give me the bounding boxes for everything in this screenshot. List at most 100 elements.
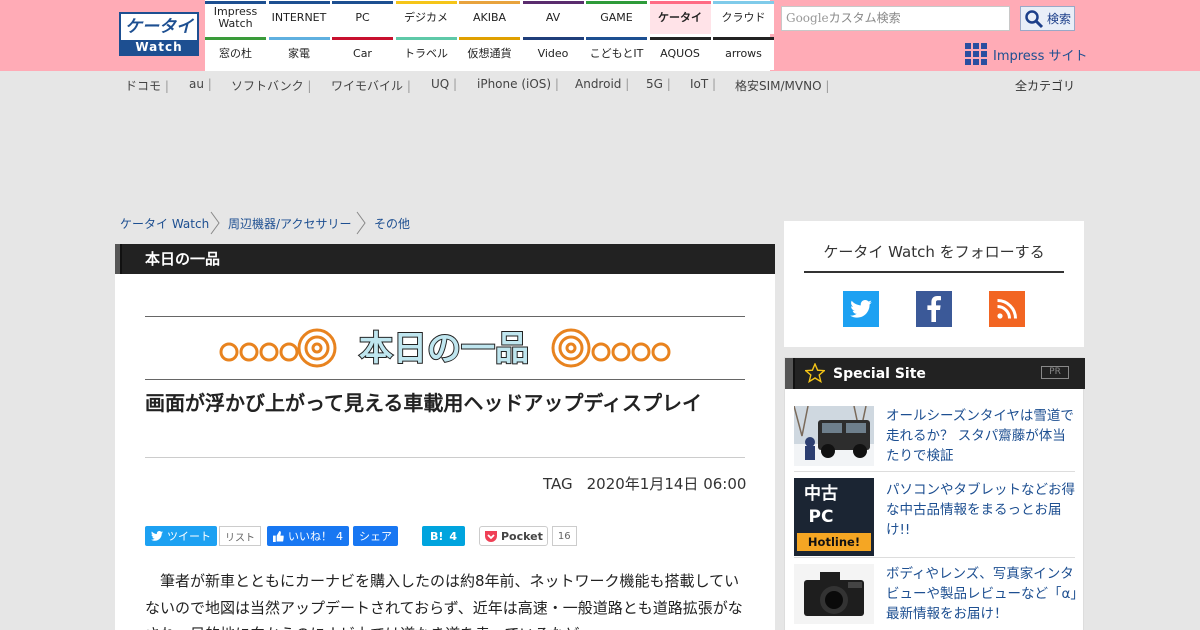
breadcrumb-item-1[interactable]: ケータイ Watch bbox=[120, 215, 209, 232]
subnav-separator: | bbox=[449, 77, 458, 91]
tweet-share: ツイート リスト bbox=[145, 526, 261, 546]
nav-item[interactable]: Car bbox=[332, 37, 393, 70]
hatena-share: B! 4 bbox=[422, 526, 466, 546]
nav-item-label: 家電 bbox=[288, 46, 310, 60]
nav-item[interactable]: トラベル bbox=[395, 37, 457, 70]
tweet-button[interactable]: ツイート bbox=[145, 526, 217, 546]
subnav-separator: | bbox=[303, 79, 312, 93]
follow-box: ケータイ Watch をフォローする bbox=[784, 221, 1084, 347]
like-label: いいね！ bbox=[288, 530, 332, 543]
subnav-item[interactable]: iPhone (iOS) | bbox=[477, 77, 559, 91]
nav-item[interactable]: 窓の杜 bbox=[205, 37, 266, 70]
subnav-separator: | bbox=[551, 77, 559, 91]
rss-icon bbox=[997, 299, 1017, 319]
special-site-header: Special Site PR bbox=[785, 358, 1085, 389]
subnav-separator: | bbox=[621, 77, 630, 91]
tag-link[interactable]: TAG bbox=[543, 475, 573, 493]
honjitsu-no-ippin-banner: 本日の一品 bbox=[219, 328, 671, 370]
article-title: 画面が浮かび上がって見える車載用ヘッドアップディスプレイ bbox=[145, 391, 702, 415]
twitter-bird-icon bbox=[151, 531, 163, 541]
subnav-item[interactable]: ワイモバイル | bbox=[331, 77, 411, 94]
nav-color-bar bbox=[649, 1, 711, 4]
nav-item-label: 仮想通貨 bbox=[467, 46, 512, 60]
hatena-bookmark-button[interactable]: B! 4 bbox=[422, 526, 466, 546]
nav-color-bar bbox=[205, 37, 266, 40]
nav-item[interactable]: arrows bbox=[713, 37, 774, 70]
special-item-tires[interactable]: オールシーズンタイヤは雪道で走れるか？ スタパ齋藤が体当たりで検証 bbox=[794, 402, 1075, 472]
nav-item[interactable]: Impress Watch bbox=[205, 1, 266, 34]
breadcrumb-item-2[interactable]: 周辺機器/アクセサリー bbox=[228, 215, 351, 232]
subnav-item[interactable]: UQ | bbox=[431, 77, 457, 91]
facebook-share-button[interactable]: シェア bbox=[353, 526, 398, 546]
pocket-label: Pocket bbox=[501, 529, 543, 543]
search-input[interactable]: Googleカスタム検索 bbox=[781, 6, 1010, 31]
thumbs-up-icon bbox=[273, 530, 284, 542]
nav-item-label: ケータイ bbox=[658, 10, 702, 24]
subnav-item-label: ソフトバンク bbox=[231, 79, 304, 93]
special-item-pc-hotline[interactable]: 中古 PC Hotline! パソコンやタブレットなどお得な中古品情報をまるっと… bbox=[794, 472, 1075, 558]
all-categories-link[interactable]: 全カテゴリ bbox=[1015, 77, 1075, 94]
special-item-alpha[interactable]: ボディやレンズ、写真家インタビューや製品レビューなど「α」最新情報をお届け！ bbox=[794, 558, 1077, 630]
impress-site-link[interactable]: Impress サイト bbox=[965, 43, 1088, 65]
nav-color-bar bbox=[268, 37, 330, 40]
banner-divider-top bbox=[145, 316, 745, 317]
article-body: 筆者が新車とともにカーナビを購入したのは約8年前、ネットワーク機能も搭載していな… bbox=[145, 572, 743, 630]
subnav-item[interactable]: 格安SIM/MVNO | bbox=[735, 77, 829, 94]
subnav-item-label: iPhone (iOS) bbox=[477, 77, 552, 91]
twitter-follow-button[interactable] bbox=[843, 291, 879, 327]
nav-item[interactable]: INTERNET bbox=[268, 1, 330, 34]
nav-item-label: 窓の杜 bbox=[219, 46, 252, 60]
nav-item-label: AV bbox=[545, 10, 561, 24]
special-item-text: パソコンやタブレットなどお得な中古品情報をまるっとお届け!! bbox=[886, 482, 1075, 538]
follow-title: ケータイ Watch をフォローする bbox=[804, 241, 1064, 273]
nav-item[interactable]: Video bbox=[522, 37, 584, 70]
nav-item-label: PC bbox=[355, 10, 370, 24]
nav-item[interactable]: AQUOS bbox=[649, 37, 711, 70]
nav-color-bar bbox=[586, 1, 647, 4]
subnav-item[interactable]: ソフトバンク | bbox=[231, 77, 311, 94]
subnav-item-label: au bbox=[189, 77, 204, 91]
nav-item-label: トラベル bbox=[404, 46, 448, 60]
tweet-list-link[interactable]: リスト bbox=[219, 526, 261, 546]
logo-text-top: ケータイ bbox=[121, 15, 197, 40]
nav-item-label: AKIBA bbox=[472, 10, 507, 24]
nav-item-label: GAME bbox=[600, 10, 633, 24]
subnav-item-label: Android bbox=[575, 77, 622, 91]
nav-color-bar bbox=[713, 1, 774, 4]
article-main: 本日の一品 本日の一品 画面が浮かび上がって見える車載用ヘッドアップディスプレイ… bbox=[115, 244, 775, 630]
breadcrumb-item-3[interactable]: その他 bbox=[374, 215, 410, 232]
nav-item[interactable]: PC bbox=[332, 1, 393, 34]
search-button[interactable]: 検索 bbox=[1020, 6, 1075, 31]
nav-item[interactable]: こどもとIT bbox=[586, 37, 647, 70]
facebook-follow-button[interactable] bbox=[916, 291, 952, 327]
pc-hotline-logo-pc: PC bbox=[808, 507, 834, 527]
logo-text-bottom: Watch bbox=[121, 40, 197, 54]
subnav-item-label: IoT bbox=[690, 77, 709, 91]
pocket-button[interactable]: Pocket bbox=[479, 526, 548, 546]
subnav-item[interactable]: au | bbox=[189, 77, 212, 91]
nav-item[interactable]: AKIBA bbox=[459, 1, 520, 34]
nav-color-bar bbox=[522, 1, 584, 4]
subnav-item[interactable]: ドコモ | bbox=[125, 77, 169, 94]
subnav-item[interactable]: Android | bbox=[575, 77, 629, 91]
nav-item[interactable]: クラウド bbox=[713, 1, 774, 34]
search-button-label: 検索 bbox=[1046, 12, 1071, 26]
site-logo[interactable]: ケータイ Watch bbox=[119, 12, 199, 56]
subnav-item[interactable]: IoT | bbox=[690, 77, 716, 91]
nav-color-bar bbox=[268, 1, 330, 4]
pocket-share: Pocket 16 bbox=[479, 526, 577, 546]
nav-item[interactable]: AV bbox=[522, 1, 584, 34]
site-header: ケータイ Watch Impress Watch INTERNET PC デジカメ AK… bbox=[0, 0, 1200, 71]
facebook-like-button[interactable]: いいね！ 4 bbox=[267, 526, 349, 546]
chevron-right-icon bbox=[356, 211, 366, 235]
nav-item[interactable]: GAME bbox=[586, 1, 647, 34]
subnav-item[interactable]: 5G | bbox=[646, 77, 671, 91]
pc-hotline-logo: 中古 PC Hotline! bbox=[794, 478, 874, 556]
nav-item[interactable]: ケータイ bbox=[649, 1, 711, 34]
nav-color-bar bbox=[459, 1, 520, 4]
nav-item[interactable]: 家電 bbox=[268, 37, 330, 70]
nav-color-bar bbox=[395, 37, 457, 40]
nav-item[interactable]: デジカメ bbox=[395, 1, 457, 34]
nav-item[interactable]: 仮想通貨 bbox=[459, 37, 520, 70]
rss-button[interactable] bbox=[989, 291, 1025, 327]
